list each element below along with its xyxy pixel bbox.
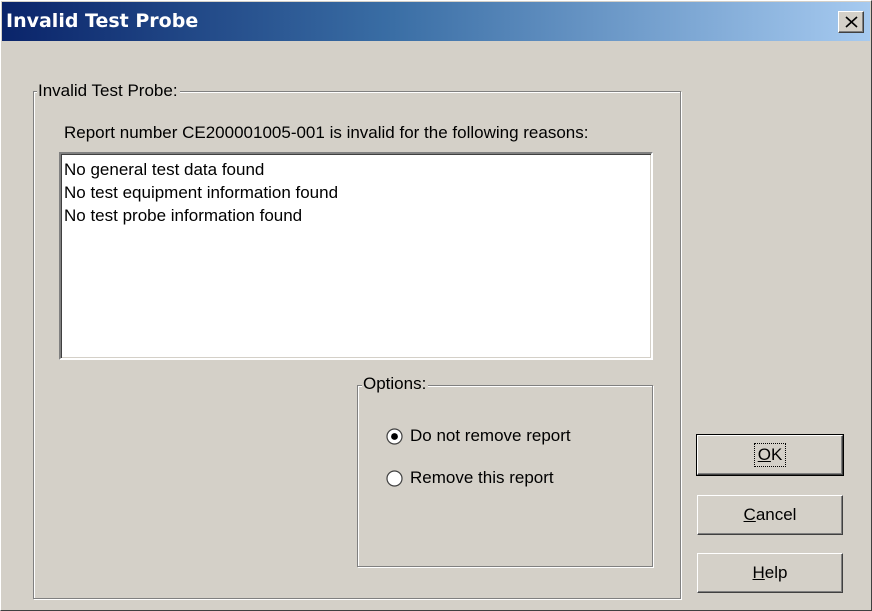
cancel-button[interactable]: Cancel: [697, 495, 843, 535]
close-icon: [845, 16, 858, 28]
list-item: No test probe information found: [64, 206, 303, 225]
invalid-test-probe-legend: Invalid Test Probe:: [37, 81, 180, 101]
ok-button-label: OK: [753, 443, 787, 467]
help-button-label: Help: [752, 563, 788, 582]
radio-remove-report-label: Remove this report: [410, 468, 554, 487]
cancel-button-label: Cancel: [743, 505, 797, 524]
options-legend: Options:: [362, 374, 429, 394]
list-item: No general test data found: [64, 160, 265, 179]
radio-unselected-icon: [386, 469, 403, 487]
report-message: Report number CE200001005-001 is invalid…: [64, 123, 589, 142]
radio-selected-icon: [386, 427, 403, 445]
reasons-listbox[interactable]: No general test data found No test equip…: [59, 152, 653, 360]
ok-button[interactable]: OK: [696, 434, 844, 476]
radio-remove-report[interactable]: Remove this report: [386, 467, 554, 489]
title-bar[interactable]: Invalid Test Probe: [2, 2, 870, 41]
window-title: Invalid Test Probe: [6, 10, 199, 32]
close-button[interactable]: [838, 11, 864, 33]
radio-do-not-remove-label: Do not remove report: [410, 426, 571, 445]
list-item: No test equipment information found: [64, 183, 339, 202]
radio-do-not-remove[interactable]: Do not remove report: [386, 425, 571, 447]
dialog-window: Invalid Test Probe Invalid Test Probe: R…: [0, 0, 872, 611]
help-button[interactable]: Help: [697, 553, 843, 593]
